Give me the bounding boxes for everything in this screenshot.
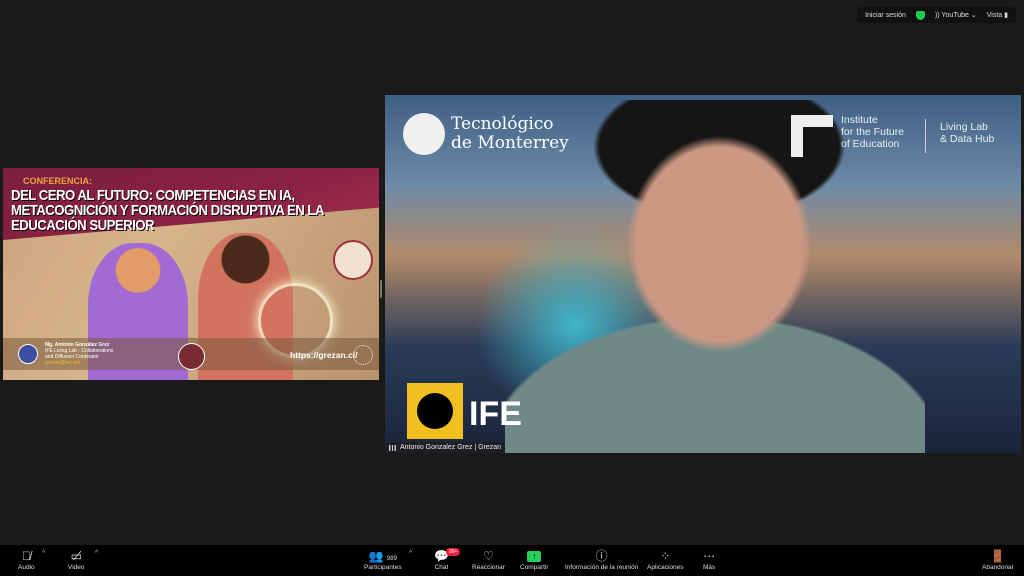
more-icon: ⋯ (703, 548, 715, 564)
tec-line1: Tecnológico (451, 115, 569, 134)
crest-logo (178, 343, 205, 370)
participants-options-caret[interactable]: ^ (409, 550, 412, 557)
apps-icon: ⁘ (660, 548, 670, 564)
share-button[interactable]: ↑ Compartir (520, 548, 549, 571)
participants-count: 989 (387, 556, 397, 562)
share-label: Compartir (520, 564, 549, 571)
meeting-toolbar: 🎙̸Audio ^ ▭̸Video ^ 👥 989Participantes ^… (0, 545, 1024, 576)
slide-url: https://grezan.cl/ (290, 350, 358, 360)
livestream-button[interactable]: )) YouTube ⌄ (935, 11, 977, 19)
slide-title: DEL CERO AL FUTURO: COMPETENCIAS EN IA, … (11, 188, 328, 233)
audio-options-caret[interactable]: ^ (42, 550, 45, 557)
ife-line3: of Education (841, 138, 904, 150)
shared-screen-slide: CONFERENCIA: DEL CERO AL FUTURO: COMPETE… (3, 168, 379, 380)
participants-icon: 👥 989 (369, 548, 397, 564)
react-button[interactable]: ♡Reaccionar (472, 548, 505, 571)
living-lab-text: Living Lab& Data Hub (940, 121, 994, 145)
seal-logo (353, 345, 373, 365)
signal-icon (389, 445, 396, 451)
chat-label: Chat (435, 564, 449, 571)
participant-name-tag: Antonio Gonzalez Grez | Grezan (385, 442, 505, 453)
ife-mark: IFE (469, 395, 522, 434)
logo-divider (925, 119, 926, 153)
more-button[interactable]: ⋯Más (703, 548, 715, 571)
split-resize-handle[interactable] (380, 280, 382, 298)
leave-button[interactable]: 🚪Abandonar (982, 548, 1014, 571)
heart-icon: ♡ (483, 548, 494, 564)
video-label: Video (68, 564, 85, 571)
audio-button[interactable]: 🎙̸Audio (18, 548, 35, 571)
participant-name: Antonio Gonzalez Grez | Grezan (400, 444, 501, 451)
apps-button[interactable]: ⁘Aplicaciones (647, 548, 684, 571)
ll-line1: Living Lab (940, 121, 994, 133)
react-label: Reaccionar (472, 564, 505, 571)
tec-logo-text: Tecnológicode Monterrey (451, 115, 569, 153)
audio-label: Audio (18, 564, 35, 571)
ife-line2: for the Future (841, 126, 904, 138)
info-label: Información de la reunión (565, 564, 638, 571)
security-shield-icon[interactable] (916, 11, 925, 20)
ife-mark-icon (407, 383, 463, 439)
chat-unread-badge: 99+ (446, 548, 460, 556)
top-bar: Iniciar sesión )) YouTube ⌄ Vista ▮ (857, 7, 1016, 23)
slide-label: CONFERENCIA: (23, 176, 92, 186)
sign-in-link[interactable]: Iniciar sesión (865, 12, 906, 19)
speaker-avatar (18, 344, 38, 364)
participants-label: Participantes (364, 564, 402, 571)
leave-label: Abandonar (982, 564, 1014, 571)
tec-line2: de Monterrey (451, 134, 569, 153)
leave-door-icon: 🚪 (990, 548, 1005, 564)
share-screen-icon: ↑ (527, 551, 541, 562)
speaker-video[interactable]: Tecnológicode Monterrey Institutefor the… (385, 95, 1021, 453)
tec-logo-icon (403, 113, 445, 155)
video-button[interactable]: ▭̸Video (68, 548, 85, 571)
ife-line1: Institute (841, 114, 904, 126)
participants-button[interactable]: 👥 989Participantes (364, 548, 402, 571)
video-options-caret[interactable]: ^ (95, 550, 98, 557)
speaker-info: Mg. Antonio González Grez IFE Living Lab… (45, 342, 113, 366)
camera-off-icon: ▭̸ (71, 548, 82, 564)
view-button[interactable]: Vista ▮ (987, 11, 1008, 19)
university-seal-logo (333, 240, 373, 280)
more-label: Más (703, 564, 715, 571)
ife-logo-icon (791, 115, 833, 157)
speaker-email: grezan@tec.mx (45, 360, 113, 366)
meeting-info-button[interactable]: ⓘInformación de la reunión (565, 548, 638, 571)
mic-muted-icon: 🎙̸ (22, 548, 31, 564)
apps-label: Aplicaciones (647, 564, 684, 571)
ife-logo-text: Institutefor the Futureof Education (841, 114, 904, 150)
info-icon: ⓘ (596, 548, 608, 564)
ll-line2: & Data Hub (940, 133, 994, 145)
